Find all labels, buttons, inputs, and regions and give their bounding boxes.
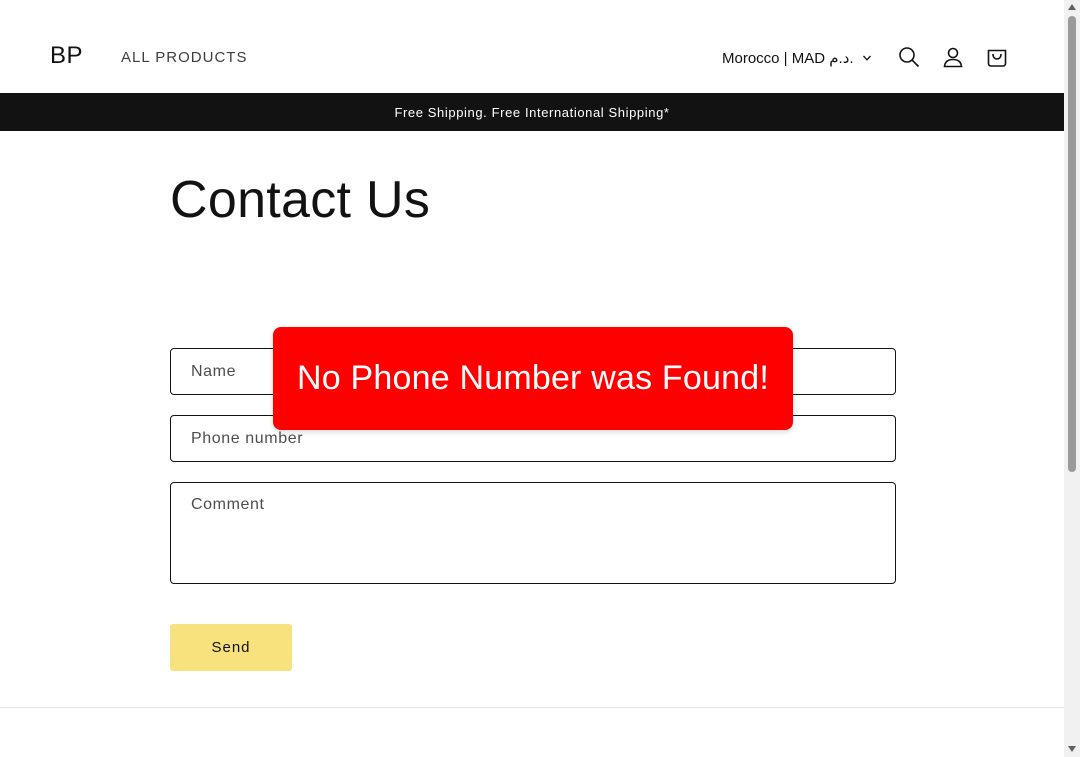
country-currency-label: Morocco | MAD د.م. bbox=[722, 50, 854, 67]
scrollbar-thumb[interactable] bbox=[1068, 16, 1076, 472]
cart-icon bbox=[987, 49, 1007, 67]
footer-divider bbox=[0, 707, 1064, 708]
error-toast: No Phone Number was Found! bbox=[273, 327, 793, 430]
page: BP ALL PRODUCTS Morocco | MAD د.م. Free … bbox=[0, 0, 1064, 757]
page-scrollbar[interactable] bbox=[1064, 0, 1080, 757]
chevron-down-icon bbox=[862, 55, 871, 61]
site-header: BP ALL PRODUCTS Morocco | MAD د.م. bbox=[0, 0, 1064, 93]
account-icon bbox=[943, 47, 963, 68]
announcement-bar: Free Shipping. Free International Shippi… bbox=[0, 93, 1064, 131]
search-icon bbox=[899, 47, 920, 68]
scroll-up-arrow-icon[interactable] bbox=[1068, 4, 1076, 10]
error-toast-message: No Phone Number was Found! bbox=[296, 359, 769, 397]
account-button[interactable] bbox=[940, 44, 966, 70]
nav-all-products[interactable]: ALL PRODUCTS bbox=[121, 49, 247, 66]
announcement-text: Free Shipping. Free International Shippi… bbox=[394, 104, 670, 120]
country-currency-selector[interactable]: Morocco | MAD د.م. bbox=[722, 49, 872, 67]
comment-textarea[interactable] bbox=[171, 483, 895, 583]
search-button[interactable] bbox=[896, 44, 922, 70]
comment-field bbox=[170, 482, 896, 584]
page-title: Contact Us bbox=[170, 171, 431, 229]
logo-link[interactable]: BP bbox=[50, 42, 83, 70]
cart-button[interactable] bbox=[984, 44, 1010, 70]
send-button[interactable]: Send bbox=[170, 624, 292, 671]
scroll-down-arrow-icon[interactable] bbox=[1068, 746, 1076, 752]
